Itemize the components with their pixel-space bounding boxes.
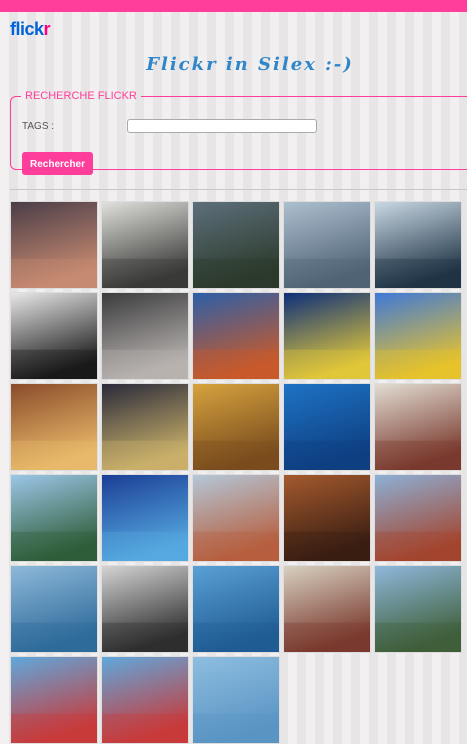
search-legend: Recherche Flickr [25,90,137,102]
photo-group-outdoors[interactable] [374,565,462,653]
photo-city-fountain-dusk[interactable] [101,474,189,562]
logo-text-blue: flick [10,19,44,39]
photo-mannequin-head[interactable] [101,292,189,380]
photo-crowd-building[interactable] [283,565,371,653]
top-accent-bar [0,0,467,12]
photo-backpack-climber[interactable] [10,292,98,380]
photo-cloudy-sky-landscape[interactable] [192,201,280,289]
photo-yellow-corridor[interactable] [192,383,280,471]
photo-alley-shadows[interactable] [101,383,189,471]
photo-tree-bay-view[interactable] [10,474,98,562]
photo-church-fountain[interactable] [374,474,462,562]
photo-golden-gate-sunset[interactable] [192,292,280,380]
search-button[interactable]: Rechercher [22,152,93,175]
photo-golden-gate-fog[interactable] [283,201,371,289]
photo-blue-wires[interactable] [283,383,371,471]
photo-carousel-2[interactable] [101,656,189,744]
photo-elderly-face[interactable] [283,474,371,562]
photo-coastal-cliff-sunset[interactable] [10,201,98,289]
photo-bookstore-interior[interactable] [10,383,98,471]
photo-victorian-houses-night[interactable] [283,292,371,380]
photo-yellow-building[interactable] [374,292,462,380]
photo-doorway-silhouette[interactable] [101,201,189,289]
tags-label: TAGS : [22,121,55,132]
photo-group-bw[interactable] [101,565,189,653]
page-title: Flickr in Silex :-) [146,54,354,75]
photo-bridge-underside[interactable] [374,201,462,289]
photo-sailboat-water[interactable] [192,565,280,653]
logo-text-pink: r [43,19,51,39]
photo-blue-sky-3[interactable] [192,656,280,744]
search-fieldset: Recherche Flickr TAGS : Rechercher [10,90,467,175]
photo-man-carrying-sack[interactable] [374,383,462,471]
photo-street-building[interactable] [192,474,280,562]
tags-input[interactable] [127,119,317,133]
flickr-logo[interactable]: flickr [10,19,51,40]
photo-bay-bridge-blue[interactable] [10,565,98,653]
divider [10,189,467,190]
photo-carousel-1[interactable] [10,656,98,744]
